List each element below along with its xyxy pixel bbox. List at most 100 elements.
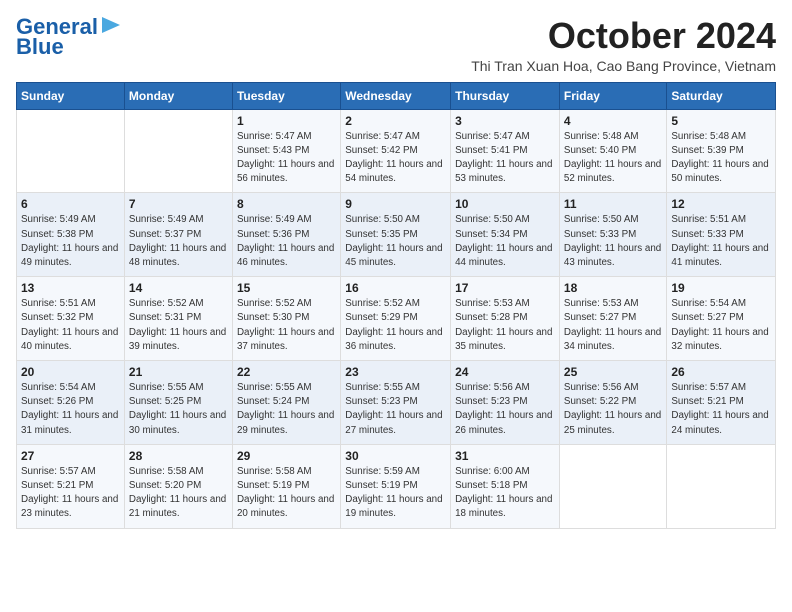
header-cell-monday: Monday	[124, 82, 232, 109]
day-number: 7	[129, 197, 228, 211]
day-cell: 17 Sunrise: 5:53 AM Sunset: 5:28 PM Dayli…	[451, 277, 560, 361]
day-cell: 29 Sunrise: 5:58 AM Sunset: 5:19 PM Dayli…	[232, 444, 340, 528]
day-cell: 7 Sunrise: 5:49 AM Sunset: 5:37 PM Daylig…	[124, 193, 232, 277]
day-info: Sunrise: 5:52 AM Sunset: 5:30 PM Dayligh…	[237, 297, 336, 354]
day-info: Sunrise: 5:50 AM Sunset: 5:34 PM Dayligh…	[455, 213, 555, 270]
day-cell: 19Sunrise: 5:54 AM Sunset: 5:27 PM Dayli…	[667, 277, 776, 361]
logo: General Blue	[16, 16, 120, 58]
day-number: 28	[129, 449, 228, 463]
day-info: Sunrise: 5:53 AM Sunset: 5:28 PM Dayligh…	[455, 297, 555, 354]
day-number: 24	[455, 365, 555, 379]
day-info: Sunrise: 5:51 AM Sunset: 5:33 PM Dayligh…	[671, 213, 771, 270]
day-info: Sunrise: 5:55 AM Sunset: 5:23 PM Dayligh…	[345, 381, 446, 438]
day-number: 22	[237, 365, 336, 379]
logo-blue-text: Blue	[16, 36, 64, 58]
day-cell: 30Sunrise: 5:59 AM Sunset: 5:19 PM Dayli…	[341, 444, 451, 528]
day-number: 8	[237, 197, 336, 211]
day-number: 4	[564, 114, 662, 128]
day-cell: 13 Sunrise: 5:51 AM Sunset: 5:32 PM Dayli…	[17, 277, 125, 361]
day-info: Sunrise: 5:51 AM Sunset: 5:32 PM Dayligh…	[21, 297, 120, 354]
day-info: Sunrise: 5:59 AM Sunset: 5:19 PM Dayligh…	[345, 465, 446, 522]
week-row-2: 6 Sunrise: 5:49 AM Sunset: 5:38 PM Daylig…	[17, 193, 776, 277]
day-number: 10	[455, 197, 555, 211]
calendar-header: SundayMondayTuesdayWednesdayThursdayFrid…	[17, 82, 776, 109]
day-number: 16	[345, 281, 446, 295]
header-cell-saturday: Saturday	[667, 82, 776, 109]
day-number: 14	[129, 281, 228, 295]
day-info: Sunrise: 5:47 AM Sunset: 5:43 PM Dayligh…	[237, 130, 336, 187]
header-cell-thursday: Thursday	[451, 82, 560, 109]
day-cell: 4Sunrise: 5:48 AM Sunset: 5:40 PM Daylig…	[559, 109, 666, 193]
day-info: Sunrise: 5:49 AM Sunset: 5:37 PM Dayligh…	[129, 213, 228, 270]
day-info: Sunrise: 5:55 AM Sunset: 5:24 PM Dayligh…	[237, 381, 336, 438]
day-info: Sunrise: 5:52 AM Sunset: 5:29 PM Dayligh…	[345, 297, 446, 354]
day-info: Sunrise: 6:00 AM Sunset: 5:18 PM Dayligh…	[455, 465, 555, 522]
day-cell: 3Sunrise: 5:47 AM Sunset: 5:41 PM Daylig…	[451, 109, 560, 193]
day-number: 2	[345, 114, 446, 128]
day-cell: 6 Sunrise: 5:49 AM Sunset: 5:38 PM Daylig…	[17, 193, 125, 277]
day-cell: 1Sunrise: 5:47 AM Sunset: 5:43 PM Daylig…	[232, 109, 340, 193]
day-cell: 21 Sunrise: 5:55 AM Sunset: 5:25 PM Dayli…	[124, 361, 232, 445]
day-info: Sunrise: 5:55 AM Sunset: 5:25 PM Dayligh…	[129, 381, 228, 438]
week-row-1: 1Sunrise: 5:47 AM Sunset: 5:43 PM Daylig…	[17, 109, 776, 193]
day-cell	[559, 444, 666, 528]
day-cell: 28 Sunrise: 5:58 AM Sunset: 5:20 PM Dayli…	[124, 444, 232, 528]
day-info: Sunrise: 5:56 AM Sunset: 5:23 PM Dayligh…	[455, 381, 555, 438]
day-number: 29	[237, 449, 336, 463]
title-block: October 2024 Thi Tran Xuan Hoa, Cao Bang…	[471, 16, 776, 74]
day-number: 9	[345, 197, 446, 211]
day-number: 21	[129, 365, 228, 379]
day-info: Sunrise: 5:58 AM Sunset: 5:20 PM Dayligh…	[129, 465, 228, 522]
day-cell	[17, 109, 125, 193]
week-row-3: 13 Sunrise: 5:51 AM Sunset: 5:32 PM Dayli…	[17, 277, 776, 361]
day-cell: 26Sunrise: 5:57 AM Sunset: 5:21 PM Dayli…	[667, 361, 776, 445]
day-number: 13	[21, 281, 120, 295]
day-cell: 11 Sunrise: 5:50 AM Sunset: 5:33 PM Dayli…	[559, 193, 666, 277]
day-number: 17	[455, 281, 555, 295]
day-cell: 10 Sunrise: 5:50 AM Sunset: 5:34 PM Dayli…	[451, 193, 560, 277]
day-cell: 31Sunrise: 6:00 AM Sunset: 5:18 PM Dayli…	[451, 444, 560, 528]
day-cell: 14 Sunrise: 5:52 AM Sunset: 5:31 PM Dayli…	[124, 277, 232, 361]
day-info: Sunrise: 5:47 AM Sunset: 5:42 PM Dayligh…	[345, 130, 446, 187]
day-info: Sunrise: 5:53 AM Sunset: 5:27 PM Dayligh…	[564, 297, 662, 354]
header-cell-sunday: Sunday	[17, 82, 125, 109]
logo-arrow-icon	[102, 17, 120, 33]
day-info: Sunrise: 5:57 AM Sunset: 5:21 PM Dayligh…	[671, 381, 771, 438]
day-cell: 18 Sunrise: 5:53 AM Sunset: 5:27 PM Dayli…	[559, 277, 666, 361]
day-number: 25	[564, 365, 662, 379]
day-number: 18	[564, 281, 662, 295]
day-number: 6	[21, 197, 120, 211]
page-header: General Blue October 2024 Thi Tran Xuan …	[16, 16, 776, 74]
day-cell: 2 Sunrise: 5:47 AM Sunset: 5:42 PM Daylig…	[341, 109, 451, 193]
day-cell: 23 Sunrise: 5:55 AM Sunset: 5:23 PM Dayli…	[341, 361, 451, 445]
day-info: Sunrise: 5:57 AM Sunset: 5:21 PM Dayligh…	[21, 465, 120, 522]
month-title: October 2024	[471, 16, 776, 56]
day-number: 23	[345, 365, 446, 379]
day-number: 12	[671, 197, 771, 211]
day-info: Sunrise: 5:52 AM Sunset: 5:31 PM Dayligh…	[129, 297, 228, 354]
day-cell: 25Sunrise: 5:56 AM Sunset: 5:22 PM Dayli…	[559, 361, 666, 445]
day-info: Sunrise: 5:47 AM Sunset: 5:41 PM Dayligh…	[455, 130, 555, 187]
day-info: Sunrise: 5:54 AM Sunset: 5:26 PM Dayligh…	[21, 381, 120, 438]
day-number: 20	[21, 365, 120, 379]
day-number: 19	[671, 281, 771, 295]
week-row-4: 20 Sunrise: 5:54 AM Sunset: 5:26 PM Dayli…	[17, 361, 776, 445]
day-info: Sunrise: 5:50 AM Sunset: 5:35 PM Dayligh…	[345, 213, 446, 270]
day-info: Sunrise: 5:58 AM Sunset: 5:19 PM Dayligh…	[237, 465, 336, 522]
day-cell: 15 Sunrise: 5:52 AM Sunset: 5:30 PM Dayli…	[232, 277, 340, 361]
day-number: 5	[671, 114, 771, 128]
header-row: SundayMondayTuesdayWednesdayThursdayFrid…	[17, 82, 776, 109]
header-cell-wednesday: Wednesday	[341, 82, 451, 109]
day-number: 11	[564, 197, 662, 211]
day-cell: 27Sunrise: 5:57 AM Sunset: 5:21 PM Dayli…	[17, 444, 125, 528]
day-cell: 16 Sunrise: 5:52 AM Sunset: 5:29 PM Dayli…	[341, 277, 451, 361]
day-info: Sunrise: 5:48 AM Sunset: 5:39 PM Dayligh…	[671, 130, 771, 187]
calendar-table: SundayMondayTuesdayWednesdayThursdayFrid…	[16, 82, 776, 529]
day-info: Sunrise: 5:49 AM Sunset: 5:38 PM Dayligh…	[21, 213, 120, 270]
day-info: Sunrise: 5:50 AM Sunset: 5:33 PM Dayligh…	[564, 213, 662, 270]
day-number: 15	[237, 281, 336, 295]
calendar-body: 1Sunrise: 5:47 AM Sunset: 5:43 PM Daylig…	[17, 109, 776, 528]
day-cell	[667, 444, 776, 528]
header-cell-friday: Friday	[559, 82, 666, 109]
day-cell: 22 Sunrise: 5:55 AM Sunset: 5:24 PM Dayli…	[232, 361, 340, 445]
